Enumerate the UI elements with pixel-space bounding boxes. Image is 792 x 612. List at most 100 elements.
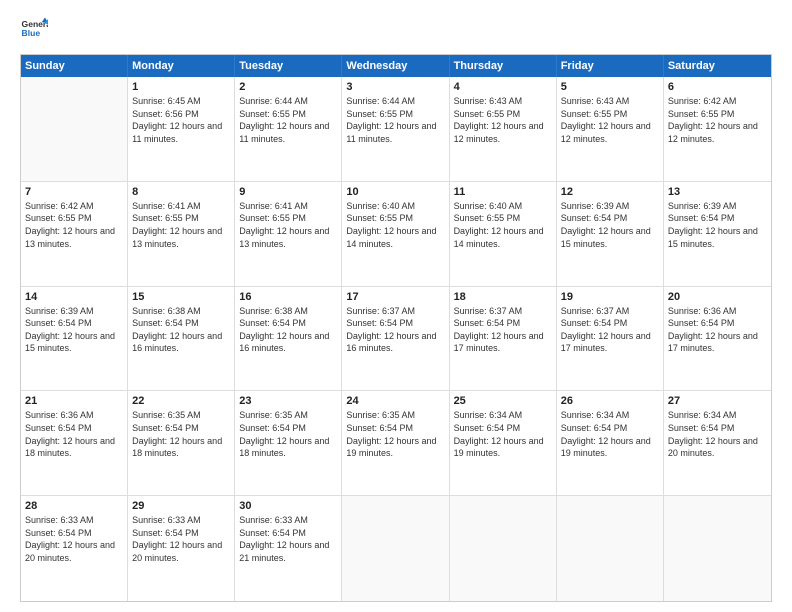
cell-info: Sunrise: 6:41 AMSunset: 6:55 PMDaylight:…: [239, 200, 337, 250]
calendar-header-cell: Thursday: [450, 55, 557, 77]
day-number: 19: [561, 291, 659, 303]
calendar-cell: 8Sunrise: 6:41 AMSunset: 6:55 PMDaylight…: [128, 182, 235, 286]
calendar-cell: 30 Sunrise: 6:33 AMSunset: 6:54 PMDayligh…: [235, 496, 342, 601]
calendar-cell: 23 Sunrise: 6:35 AMSunset: 6:54 PMDayligh…: [235, 391, 342, 495]
calendar-header-cell: Saturday: [664, 55, 771, 77]
calendar-cell: 11 Sunrise: 6:40 AMSunset: 6:55 PMDayligh…: [450, 182, 557, 286]
calendar-cell: 3 Sunrise: 6:44 AMSunset: 6:55 PMDaylight…: [342, 77, 449, 181]
calendar-cell: 28 Sunrise: 6:33 AMSunset: 6:54 PMDayligh…: [21, 496, 128, 601]
calendar-cell: 21Sunrise: 6:36 AMSunset: 6:54 PMDayligh…: [21, 391, 128, 495]
header: General Blue: [20, 16, 772, 44]
day-number: 4: [454, 81, 552, 93]
cell-info: Sunrise: 6:43 AMSunset: 6:55 PMDaylight:…: [454, 95, 552, 145]
cell-info: Sunrise: 6:39 AMSunset: 6:54 PMDaylight:…: [25, 305, 123, 355]
calendar-cell: [21, 77, 128, 181]
calendar-header-cell: Tuesday: [235, 55, 342, 77]
day-number: 9: [239, 186, 337, 198]
cell-info: Sunrise: 6:44 AMSunset: 6:55 PMDaylight:…: [239, 95, 337, 145]
cell-info: Sunrise: 6:36 AMSunset: 6:54 PMDaylight:…: [668, 305, 767, 355]
day-number: 10: [346, 186, 444, 198]
calendar-cell: [664, 496, 771, 601]
calendar-cell: [450, 496, 557, 601]
calendar-row: 1Sunrise: 6:45 AMSunset: 6:56 PMDaylight…: [21, 77, 771, 182]
cell-info: Sunrise: 6:40 AMSunset: 6:55 PMDaylight:…: [346, 200, 444, 250]
calendar-row: 21Sunrise: 6:36 AMSunset: 6:54 PMDayligh…: [21, 391, 771, 496]
day-number: 22: [132, 395, 230, 407]
day-number: 30: [239, 500, 337, 512]
cell-info: Sunrise: 6:42 AMSunset: 6:55 PMDaylight:…: [25, 200, 123, 250]
cell-info: Sunrise: 6:44 AMSunset: 6:55 PMDaylight:…: [346, 95, 444, 145]
day-number: 13: [668, 186, 767, 198]
day-number: 25: [454, 395, 552, 407]
day-number: 7: [25, 186, 123, 198]
cell-info: Sunrise: 6:43 AMSunset: 6:55 PMDaylight:…: [561, 95, 659, 145]
calendar-cell: 4 Sunrise: 6:43 AMSunset: 6:55 PMDaylight…: [450, 77, 557, 181]
day-number: 20: [668, 291, 767, 303]
calendar-header-cell: Wednesday: [342, 55, 449, 77]
calendar-cell: 26 Sunrise: 6:34 AMSunset: 6:54 PMDayligh…: [557, 391, 664, 495]
cell-info: Sunrise: 6:33 AMSunset: 6:54 PMDaylight:…: [25, 514, 123, 564]
day-number: 15: [132, 291, 230, 303]
cell-info: Sunrise: 6:40 AMSunset: 6:55 PMDaylight:…: [454, 200, 552, 250]
cell-info: Sunrise: 6:34 AMSunset: 6:54 PMDaylight:…: [668, 409, 767, 459]
day-number: 3: [346, 81, 444, 93]
cell-info: Sunrise: 6:38 AMSunset: 6:54 PMDaylight:…: [239, 305, 337, 355]
day-number: 1: [132, 81, 230, 93]
calendar-row: 28 Sunrise: 6:33 AMSunset: 6:54 PMDayligh…: [21, 496, 771, 601]
day-number: 17: [346, 291, 444, 303]
calendar-cell: 29 Sunrise: 6:33 AMSunset: 6:54 PMDayligh…: [128, 496, 235, 601]
day-number: 18: [454, 291, 552, 303]
day-number: 11: [454, 186, 552, 198]
logo: General Blue: [20, 16, 48, 44]
calendar-cell: 7 Sunrise: 6:42 AMSunset: 6:55 PMDaylight…: [21, 182, 128, 286]
calendar-row: 14 Sunrise: 6:39 AMSunset: 6:54 PMDayligh…: [21, 287, 771, 392]
calendar-cell: 2 Sunrise: 6:44 AMSunset: 6:55 PMDaylight…: [235, 77, 342, 181]
calendar-body: 1Sunrise: 6:45 AMSunset: 6:56 PMDaylight…: [21, 77, 771, 601]
day-number: 12: [561, 186, 659, 198]
calendar-cell: 18 Sunrise: 6:37 AMSunset: 6:54 PMDayligh…: [450, 287, 557, 391]
cell-info: Sunrise: 6:34 AMSunset: 6:54 PMDaylight:…: [454, 409, 552, 459]
day-number: 26: [561, 395, 659, 407]
day-number: 29: [132, 500, 230, 512]
calendar-cell: [342, 496, 449, 601]
calendar-cell: [557, 496, 664, 601]
calendar-cell: 27 Sunrise: 6:34 AMSunset: 6:54 PMDayligh…: [664, 391, 771, 495]
day-number: 5: [561, 81, 659, 93]
day-number: 27: [668, 395, 767, 407]
calendar-cell: 25 Sunrise: 6:34 AMSunset: 6:54 PMDayligh…: [450, 391, 557, 495]
cell-info: Sunrise: 6:42 AMSunset: 6:55 PMDaylight:…: [668, 95, 767, 145]
cell-info: Sunrise: 6:39 AMSunset: 6:54 PMDaylight:…: [668, 200, 767, 250]
calendar-header: SundayMondayTuesdayWednesdayThursdayFrid…: [21, 55, 771, 77]
day-number: 16: [239, 291, 337, 303]
day-number: 2: [239, 81, 337, 93]
day-number: 8: [132, 186, 230, 198]
cell-info: Sunrise: 6:36 AMSunset: 6:54 PMDaylight:…: [25, 409, 123, 459]
cell-info: Sunrise: 6:38 AMSunset: 6:54 PMDaylight:…: [132, 305, 230, 355]
cell-info: Sunrise: 6:34 AMSunset: 6:54 PMDaylight:…: [561, 409, 659, 459]
svg-text:Blue: Blue: [22, 28, 41, 38]
calendar-header-cell: Sunday: [21, 55, 128, 77]
calendar-cell: 14 Sunrise: 6:39 AMSunset: 6:54 PMDayligh…: [21, 287, 128, 391]
calendar-header-cell: Monday: [128, 55, 235, 77]
cell-info: Sunrise: 6:33 AMSunset: 6:54 PMDaylight:…: [132, 514, 230, 564]
cell-info: Sunrise: 6:33 AMSunset: 6:54 PMDaylight:…: [239, 514, 337, 564]
cell-info: Sunrise: 6:35 AMSunset: 6:54 PMDaylight:…: [239, 409, 337, 459]
cell-info: Sunrise: 6:35 AMSunset: 6:54 PMDaylight:…: [132, 409, 230, 459]
cell-info: Sunrise: 6:37 AMSunset: 6:54 PMDaylight:…: [454, 305, 552, 355]
calendar-cell: 10 Sunrise: 6:40 AMSunset: 6:55 PMDayligh…: [342, 182, 449, 286]
calendar-cell: 20 Sunrise: 6:36 AMSunset: 6:54 PMDayligh…: [664, 287, 771, 391]
calendar-cell: 17Sunrise: 6:37 AMSunset: 6:54 PMDayligh…: [342, 287, 449, 391]
calendar: SundayMondayTuesdayWednesdayThursdayFrid…: [20, 54, 772, 602]
calendar-cell: 15 Sunrise: 6:38 AMSunset: 6:54 PMDayligh…: [128, 287, 235, 391]
day-number: 6: [668, 81, 767, 93]
day-number: 14: [25, 291, 123, 303]
day-number: 23: [239, 395, 337, 407]
calendar-cell: 9 Sunrise: 6:41 AMSunset: 6:55 PMDaylight…: [235, 182, 342, 286]
calendar-cell: 5 Sunrise: 6:43 AMSunset: 6:55 PMDaylight…: [557, 77, 664, 181]
calendar-cell: 6 Sunrise: 6:42 AMSunset: 6:55 PMDaylight…: [664, 77, 771, 181]
calendar-cell: 12Sunrise: 6:39 AMSunset: 6:54 PMDayligh…: [557, 182, 664, 286]
calendar-cell: 13 Sunrise: 6:39 AMSunset: 6:54 PMDayligh…: [664, 182, 771, 286]
calendar-row: 7 Sunrise: 6:42 AMSunset: 6:55 PMDaylight…: [21, 182, 771, 287]
day-number: 28: [25, 500, 123, 512]
cell-info: Sunrise: 6:37 AMSunset: 6:54 PMDaylight:…: [561, 305, 659, 355]
